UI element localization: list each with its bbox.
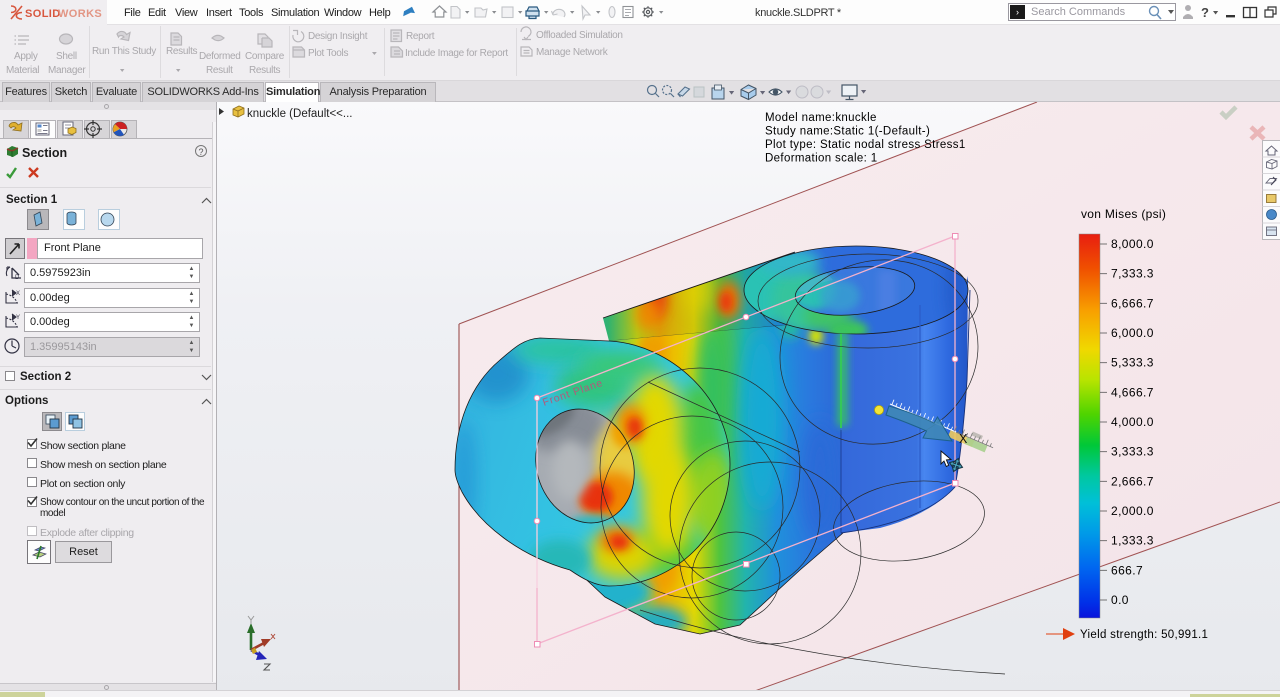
svg-text:4,666.7: 4,666.7 [1111, 385, 1154, 399]
svg-text:Deformation scale: 1: Deformation scale: 1 [765, 153, 877, 165]
svg-text:Plot type: Static nodal stress: Plot type: Static nodal stress Stress1 [765, 139, 966, 151]
svg-text:von Mises (psi): von Mises (psi) [1081, 207, 1166, 221]
svg-text:Y: Y [16, 315, 20, 321]
svg-text:5,333.3: 5,333.3 [1111, 356, 1154, 370]
svg-text:3,333.3: 3,333.3 [1111, 445, 1154, 459]
svg-text:X: X [16, 291, 20, 297]
svg-text:Study name:Static 1(-Default-): Study name:Static 1(-Default-) [765, 126, 930, 138]
svg-text:8,000.0: 8,000.0 [1111, 237, 1154, 251]
svg-text:WORKS: WORKS [58, 8, 102, 20]
svg-text:X: X [959, 432, 968, 446]
svg-text:7,333.3: 7,333.3 [1111, 267, 1154, 281]
svg-text:knuckle (Default<<...: knuckle (Default<<... [247, 108, 352, 120]
svg-text:D: D [15, 275, 20, 281]
svg-text:Yield strength: 50,991.1: Yield strength: 50,991.1 [1080, 629, 1208, 641]
svg-text:SOLID: SOLID [25, 8, 61, 20]
svg-text:1,333.3: 1,333.3 [1111, 534, 1154, 548]
svg-text:0.0: 0.0 [1111, 593, 1129, 607]
svg-text:Model name:knuckle: Model name:knuckle [765, 112, 877, 124]
svg-text:666.7: 666.7 [1111, 563, 1143, 577]
svg-text:6,666.7: 6,666.7 [1111, 296, 1154, 310]
svg-text:2,666.7: 2,666.7 [1111, 474, 1154, 488]
svg-text:6,000.0: 6,000.0 [1111, 326, 1154, 340]
svg-text:4,000.0: 4,000.0 [1111, 415, 1154, 429]
svg-text:2,000.0: 2,000.0 [1111, 504, 1154, 518]
svg-text:?: ? [1201, 5, 1209, 20]
